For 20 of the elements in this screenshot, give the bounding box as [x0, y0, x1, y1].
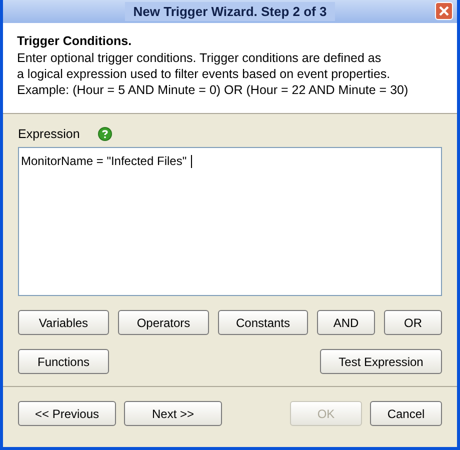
- dialog-button[interactable]: << Previous: [18, 401, 116, 426]
- close-button[interactable]: [435, 2, 453, 20]
- dialog-button[interactable]: OR: [384, 310, 442, 335]
- expression-field[interactable]: MonitorName = "Infected Files": [18, 147, 442, 296]
- header-text: Enter optional trigger conditions. Trigger conditions are defined as: [17, 50, 382, 66]
- dialog-button[interactable]: AND: [317, 310, 375, 335]
- dialog-button[interactable]: Next >>: [124, 401, 222, 426]
- window-title: New Trigger Wizard. Step 2 of 3: [125, 2, 335, 22]
- header-text: Example: (Hour = 5 AND Minute = 0) OR (Hour = 22 AND Minute = 30): [17, 82, 410, 98]
- help-icon[interactable]: [98, 127, 112, 141]
- header-text: a logical expression used to filter events based on event properties.: [17, 66, 392, 82]
- dialog-button[interactable]: Test Expression: [320, 349, 442, 374]
- dialog-button[interactable]: Cancel: [370, 401, 442, 426]
- dialog-button[interactable]: Functions: [18, 349, 109, 374]
- close-icon: [439, 6, 449, 16]
- header-heading: Trigger Conditions.: [17, 33, 133, 49]
- dialog-button[interactable]: Operators: [118, 310, 209, 335]
- dialog-button[interactable]: Variables: [18, 310, 109, 335]
- expression-label: Expression: [18, 126, 80, 143]
- dialog-button[interactable]: Constants: [218, 310, 308, 335]
